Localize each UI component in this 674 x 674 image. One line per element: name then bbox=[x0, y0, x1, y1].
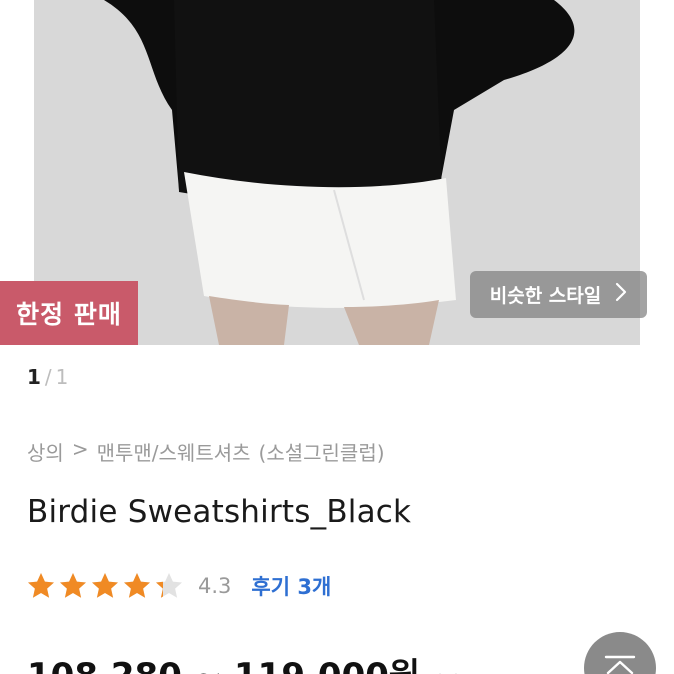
similar-style-button[interactable]: 비슷한 스타일 bbox=[470, 271, 647, 318]
pager-separator: / bbox=[44, 365, 52, 389]
product-image-carousel[interactable]: 한정 판매 비슷한 스타일 bbox=[0, 0, 674, 345]
price-range[interactable]: 108,280 ~ 119,000원 bbox=[27, 648, 458, 674]
review-count-link[interactable]: 후기 3개 bbox=[251, 571, 331, 601]
star-icon bbox=[92, 573, 118, 598]
product-title: Birdie Sweatshirts_Black bbox=[27, 494, 412, 530]
price-text: 108,280 ~ 119,000원 bbox=[27, 656, 420, 674]
star-icon bbox=[28, 573, 54, 598]
star-icon bbox=[156, 573, 182, 598]
star-icon bbox=[60, 573, 86, 598]
chevron-down-icon bbox=[430, 665, 458, 674]
breadcrumb: 상의 > 맨투맨/스웨트셔츠 (소셜그린클럽) bbox=[27, 437, 385, 466]
arrow-up-icon bbox=[603, 632, 637, 674]
rating-value: 4.3 bbox=[198, 574, 232, 598]
image-pager: 1/1 bbox=[27, 365, 68, 389]
rating-row: 4.3 후기 3개 bbox=[26, 568, 331, 604]
breadcrumb-item-brand[interactable]: (소셜그린클럽) bbox=[259, 437, 385, 466]
pager-total: 1 bbox=[55, 365, 69, 389]
breadcrumb-item-top[interactable]: 상의 bbox=[27, 437, 64, 466]
rating-stars bbox=[26, 571, 184, 601]
limited-sale-label: 한정 판매 bbox=[16, 300, 122, 329]
similar-style-label: 비슷한 스타일 bbox=[489, 285, 602, 307]
chevron-right-icon bbox=[615, 282, 627, 308]
scroll-to-top-button[interactable] bbox=[584, 632, 656, 674]
product-detail-page: 한정 판매 비슷한 스타일 1/1 상의 > 맨투맨/스웨트셔츠 (소셜그린클럽… bbox=[0, 0, 674, 674]
breadcrumb-separator: > bbox=[71, 437, 89, 461]
star-icon bbox=[124, 573, 150, 598]
limited-sale-badge: 한정 판매 bbox=[0, 281, 138, 345]
pager-current: 1 bbox=[27, 365, 41, 389]
breadcrumb-item-sweatshirts[interactable]: 맨투맨/스웨트셔츠 bbox=[97, 437, 251, 466]
